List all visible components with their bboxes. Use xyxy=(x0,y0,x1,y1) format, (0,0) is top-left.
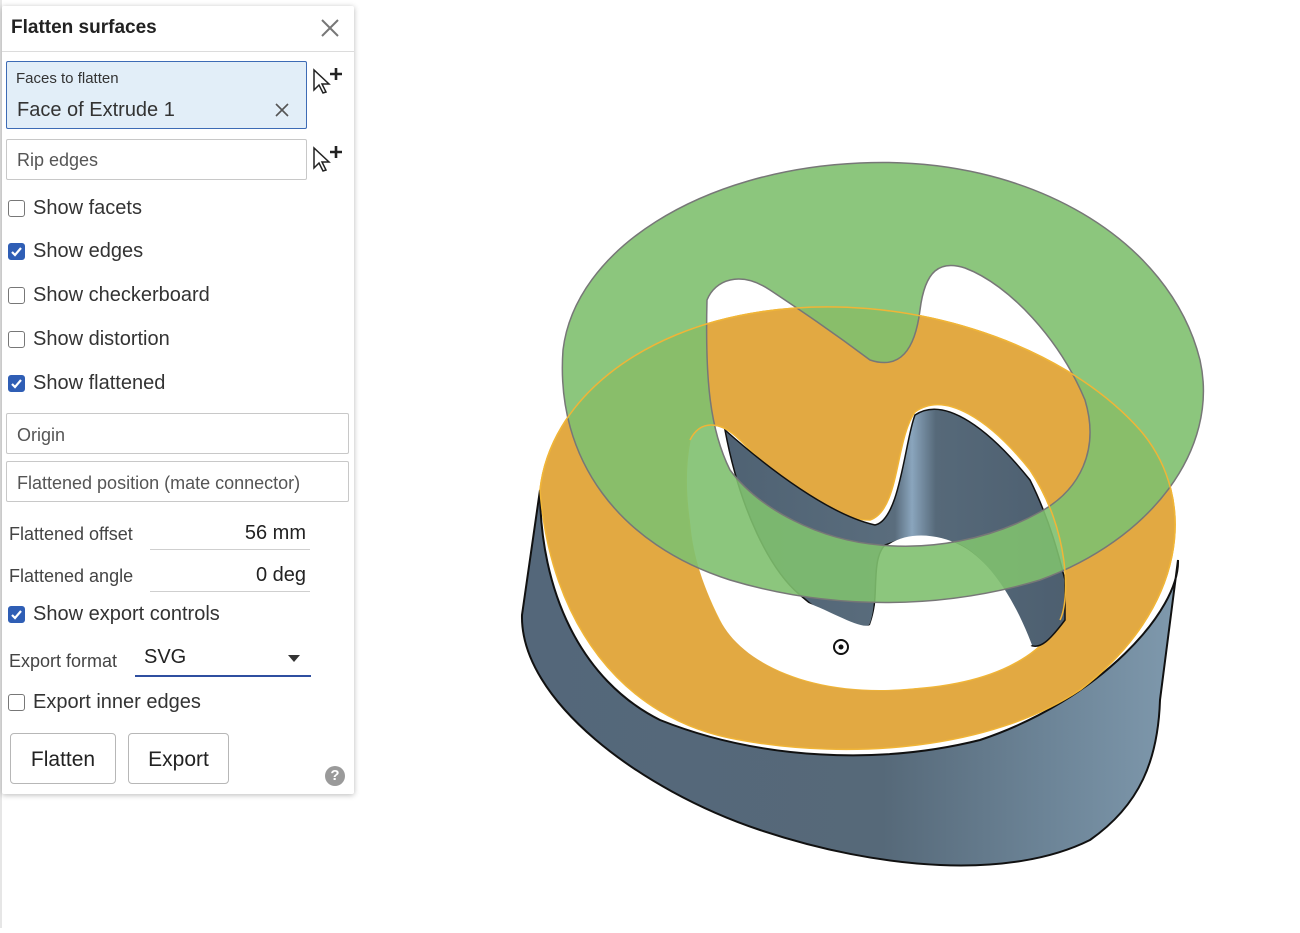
flatten-button[interactable]: Flatten xyxy=(10,733,116,784)
show-flattened-box[interactable] xyxy=(8,375,25,392)
export-button[interactable]: Export xyxy=(128,733,229,784)
show-facets-label: Show facets xyxy=(33,197,142,219)
show-flattened-label: Show flattened xyxy=(33,372,166,394)
panel-title: Flatten surfaces xyxy=(11,17,157,38)
flattened-angle-label: Flattened angle xyxy=(9,566,134,586)
faces-to-flatten-label: Faces to flatten xyxy=(16,70,119,87)
show-distortion-label: Show distortion xyxy=(33,328,170,350)
help-icon[interactable]: ? xyxy=(325,766,345,786)
show-distortion-box[interactable] xyxy=(8,331,25,348)
export-inner-edges-label: Export inner edges xyxy=(33,691,201,713)
rip-edges-field[interactable]: Rip edges xyxy=(6,139,307,180)
close-icon[interactable] xyxy=(318,16,342,40)
faces-to-flatten-field[interactable]: Faces to flatten Face of Extrude 1 xyxy=(6,61,307,129)
export-inner-edges-box[interactable] xyxy=(8,694,25,711)
remove-selection-icon[interactable] xyxy=(274,102,290,118)
flattened-position-placeholder: Flattened position (mate connector) xyxy=(17,473,301,493)
origin-placeholder: Origin xyxy=(17,425,66,445)
show-export-controls-box[interactable] xyxy=(8,606,25,623)
flattened-offset-value: 56 mm xyxy=(244,522,306,544)
flattened-offset-label: Flattened offset xyxy=(9,524,133,544)
flatten-surfaces-panel: Flatten surfaces Faces to flatten Face o… xyxy=(2,6,354,794)
rip-edges-placeholder: Rip edges xyxy=(17,150,99,170)
show-edges-box[interactable] xyxy=(8,243,25,260)
chevron-down-icon[interactable] xyxy=(288,655,300,662)
origin-field[interactable]: Origin xyxy=(6,413,349,454)
show-checkerboard-box[interactable] xyxy=(8,287,25,304)
add-faces-cursor-icon[interactable] xyxy=(311,64,345,96)
show-edges-label: Show edges xyxy=(33,240,144,262)
flattened-angle-value: 0 deg xyxy=(255,564,306,586)
export-format-select[interactable]: SVG xyxy=(135,643,311,677)
panel-header: Flatten surfaces xyxy=(2,6,354,52)
show-checkerboard-label: Show checkerboard xyxy=(33,284,210,306)
origin-marker-dot xyxy=(838,644,844,650)
show-export-controls-label: Show export controls xyxy=(33,603,220,625)
export-format-value: SVG xyxy=(144,646,187,668)
selected-face-chip: Face of Extrude 1 xyxy=(17,99,175,121)
flattened-position-field[interactable]: Flattened position (mate connector) xyxy=(6,461,349,502)
show-facets-box[interactable] xyxy=(8,200,25,217)
flattened-offset-input[interactable]: 56 mm xyxy=(150,519,310,550)
flattened-angle-input[interactable]: 0 deg xyxy=(150,561,310,592)
export-format-label: Export format xyxy=(9,651,118,671)
add-rip-edges-cursor-icon[interactable] xyxy=(311,142,345,174)
